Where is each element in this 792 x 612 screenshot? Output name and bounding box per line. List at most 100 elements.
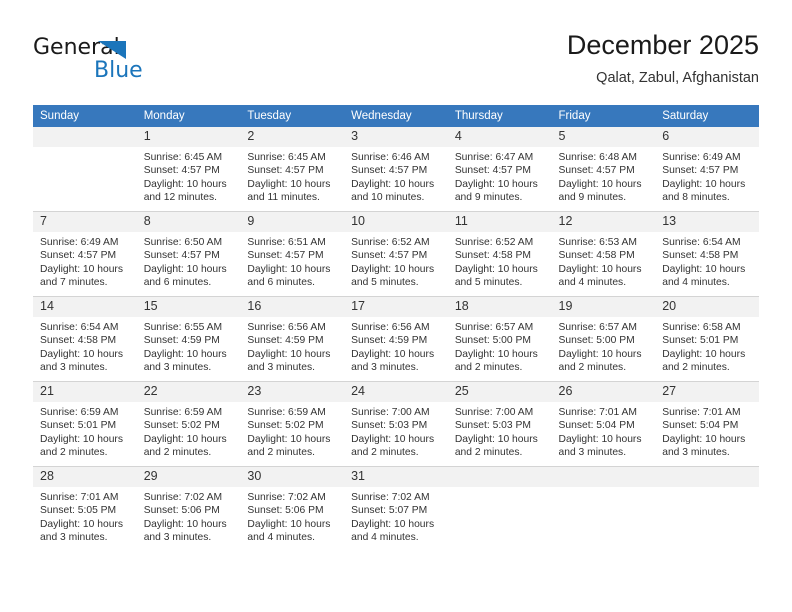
day-detail-line: Daylight: 10 hours <box>558 348 642 360</box>
calendar-day-cell[interactable]: 27 Sunrise: 7:01 AM Sunset: 5:04 PM Dayligh… <box>655 381 759 467</box>
calendar-empty-cell <box>447 466 552 551</box>
day-cell-content: 22 Sunrise: 6:59 AM Sunset: 5:02 PM Dayligh… <box>136 382 241 466</box>
day-detail-line: Daylight: 10 hours <box>247 348 331 360</box>
day-detail-lines: Sunrise: 6:59 AM Sunset: 5:02 PM Daylight:… <box>137 402 241 460</box>
weekday-header-monday: Monday <box>136 105 241 127</box>
day-detail-line: Sunset: 5:02 PM <box>143 420 220 432</box>
day-detail-line: and 2 minutes. <box>558 362 627 374</box>
day-number: 16 <box>240 297 345 317</box>
day-cell-content: 11 Sunrise: 6:52 AM Sunset: 4:58 PM Dayligh… <box>447 212 552 296</box>
calendar-day-cell[interactable]: 1 Sunrise: 6:45 AM Sunset: 4:57 PM Daylight… <box>136 127 241 212</box>
calendar-day-cell[interactable]: 20 Sunrise: 6:58 AM Sunset: 5:01 PM Dayligh… <box>655 296 759 382</box>
calendar-day-cell[interactable]: 6 Sunrise: 6:49 AM Sunset: 4:57 PM Daylight… <box>655 127 759 212</box>
day-detail-lines: Sunrise: 7:02 AM Sunset: 5:07 PM Daylight:… <box>344 487 448 545</box>
day-cell-content: 14 Sunrise: 6:54 AM Sunset: 4:58 PM Dayligh… <box>33 297 137 381</box>
day-detail-lines: Sunrise: 6:52 AM Sunset: 4:57 PM Daylight:… <box>344 232 448 290</box>
day-detail-lines: Sunrise: 6:45 AM Sunset: 4:57 PM Daylight:… <box>240 147 344 205</box>
day-detail-line: and 11 minutes. <box>247 192 320 204</box>
calendar-day-cell[interactable]: 15 Sunrise: 6:55 AM Sunset: 4:59 PM Dayligh… <box>136 296 241 382</box>
calendar-day-cell[interactable]: 23 Sunrise: 6:59 AM Sunset: 5:02 PM Dayligh… <box>240 381 345 467</box>
day-number: 8 <box>136 212 241 232</box>
day-detail-line: and 7 minutes. <box>40 277 108 289</box>
day-cell-content: 10 Sunrise: 6:52 AM Sunset: 4:57 PM Dayligh… <box>344 212 448 296</box>
day-detail-line: Sunrise: 6:46 AM <box>351 152 430 163</box>
day-detail-lines <box>33 147 137 151</box>
calendar-day-cell[interactable]: 19 Sunrise: 6:57 AM Sunset: 5:00 PM Dayligh… <box>551 296 656 382</box>
day-detail-line: Sunrise: 6:59 AM <box>143 407 223 418</box>
day-cell-content: 20 Sunrise: 6:58 AM Sunset: 5:01 PM Dayligh… <box>655 297 759 381</box>
day-number: 20 <box>655 297 759 317</box>
day-detail-lines: Sunrise: 7:02 AM Sunset: 5:06 PM Daylight:… <box>240 487 344 545</box>
day-detail-line: Sunset: 4:57 PM <box>247 250 324 262</box>
day-detail-line: Sunrise: 6:51 AM <box>247 237 326 248</box>
logo-text-blue: Blue <box>94 58 143 83</box>
calendar-day-cell[interactable]: 11 Sunrise: 6:52 AM Sunset: 4:58 PM Dayligh… <box>447 211 552 297</box>
day-detail-line: Daylight: 10 hours <box>143 263 227 275</box>
calendar-day-cell[interactable]: 25 Sunrise: 7:00 AM Sunset: 5:03 PM Dayligh… <box>447 381 552 467</box>
day-detail-line: Sunset: 4:57 PM <box>662 165 739 177</box>
day-detail-line: and 2 minutes. <box>143 447 212 459</box>
day-detail-lines: Sunrise: 6:49 AM Sunset: 4:57 PM Daylight:… <box>655 147 759 205</box>
day-cell-content <box>33 127 137 211</box>
day-detail-lines: Sunrise: 6:57 AM Sunset: 5:00 PM Daylight:… <box>552 317 656 375</box>
calendar-day-cell[interactable]: 24 Sunrise: 7:00 AM Sunset: 5:03 PM Dayligh… <box>344 381 448 467</box>
calendar-day-cell[interactable]: 12 Sunrise: 6:53 AM Sunset: 4:58 PM Dayligh… <box>551 211 656 297</box>
calendar-day-cell[interactable]: 18 Sunrise: 6:57 AM Sunset: 5:00 PM Dayligh… <box>447 296 552 382</box>
day-number: 2 <box>240 127 345 147</box>
calendar-day-cell[interactable]: 31 Sunrise: 7:02 AM Sunset: 5:07 PM Dayligh… <box>344 466 448 551</box>
calendar-day-cell[interactable]: 10 Sunrise: 6:52 AM Sunset: 4:57 PM Dayligh… <box>344 211 448 297</box>
day-detail-line: and 3 minutes. <box>558 447 627 459</box>
calendar-day-cell[interactable]: 22 Sunrise: 6:59 AM Sunset: 5:02 PM Dayligh… <box>136 381 241 467</box>
day-detail-line: and 5 minutes. <box>454 277 523 289</box>
day-detail-line: Sunrise: 6:49 AM <box>40 237 119 248</box>
day-detail-line: Sunrise: 6:52 AM <box>454 237 534 248</box>
day-detail-lines: Sunrise: 6:46 AM Sunset: 4:57 PM Daylight:… <box>344 147 448 205</box>
day-detail-line: Sunset: 5:02 PM <box>247 420 324 432</box>
calendar-page: General Blue December 2025 Qalat, Zabul,… <box>0 0 792 612</box>
calendar-day-cell[interactable]: 7 Sunrise: 6:49 AM Sunset: 4:57 PM Daylight… <box>33 211 137 297</box>
page-header: General Blue December 2025 Qalat, Zabul,… <box>33 28 759 100</box>
calendar-day-cell[interactable]: 21 Sunrise: 6:59 AM Sunset: 5:01 PM Dayligh… <box>33 381 137 467</box>
day-number <box>551 467 656 487</box>
calendar-day-cell[interactable]: 5 Sunrise: 6:48 AM Sunset: 4:57 PM Daylight… <box>551 127 656 212</box>
day-detail-line: and 3 minutes. <box>143 362 212 374</box>
day-cell-content: 3 Sunrise: 6:46 AM Sunset: 4:57 PM Daylight… <box>344 127 448 211</box>
day-detail-lines: Sunrise: 6:56 AM Sunset: 4:59 PM Daylight:… <box>344 317 448 375</box>
calendar-day-cell[interactable]: 30 Sunrise: 7:02 AM Sunset: 5:06 PM Dayligh… <box>240 466 345 551</box>
day-cell-content: 16 Sunrise: 6:56 AM Sunset: 4:59 PM Dayligh… <box>240 297 345 381</box>
calendar-day-cell[interactable]: 13 Sunrise: 6:54 AM Sunset: 4:58 PM Dayligh… <box>655 211 759 297</box>
day-detail-lines: Sunrise: 6:52 AM Sunset: 4:58 PM Daylight:… <box>448 232 552 290</box>
day-detail-line: Daylight: 10 hours <box>454 263 538 275</box>
day-detail-line: Sunset: 5:01 PM <box>40 420 117 432</box>
calendar-day-cell[interactable]: 8 Sunrise: 6:50 AM Sunset: 4:57 PM Daylight… <box>136 211 241 297</box>
calendar-day-cell[interactable]: 28 Sunrise: 7:01 AM Sunset: 5:05 PM Dayligh… <box>33 466 137 551</box>
day-detail-line: Daylight: 10 hours <box>558 263 642 275</box>
calendar-day-cell[interactable]: 26 Sunrise: 7:01 AM Sunset: 5:04 PM Dayligh… <box>551 381 656 467</box>
calendar-day-cell[interactable]: 4 Sunrise: 6:47 AM Sunset: 4:57 PM Daylight… <box>447 127 552 212</box>
day-detail-line: Daylight: 10 hours <box>662 433 746 445</box>
day-detail-lines: Sunrise: 6:49 AM Sunset: 4:57 PM Daylight:… <box>33 232 137 290</box>
day-detail-lines: Sunrise: 6:47 AM Sunset: 4:57 PM Daylight:… <box>448 147 552 205</box>
day-detail-line: Sunrise: 6:58 AM <box>662 322 741 333</box>
day-cell-content: 19 Sunrise: 6:57 AM Sunset: 5:00 PM Dayligh… <box>551 297 656 381</box>
day-detail-line: and 4 minutes. <box>351 532 419 544</box>
day-cell-content: 21 Sunrise: 6:59 AM Sunset: 5:01 PM Dayligh… <box>33 382 137 466</box>
day-detail-line: Sunset: 4:59 PM <box>143 335 220 347</box>
day-cell-content: 2 Sunrise: 6:45 AM Sunset: 4:57 PM Daylight… <box>240 127 345 211</box>
day-number: 3 <box>344 127 448 147</box>
calendar-day-cell[interactable]: 29 Sunrise: 7:02 AM Sunset: 5:06 PM Dayligh… <box>136 466 241 551</box>
calendar-day-cell[interactable]: 9 Sunrise: 6:51 AM Sunset: 4:57 PM Daylight… <box>240 211 345 297</box>
day-detail-line: and 3 minutes. <box>662 447 730 459</box>
title-block: December 2025 Qalat, Zabul, Afghanistan <box>567 28 759 88</box>
calendar-day-cell[interactable]: 2 Sunrise: 6:45 AM Sunset: 4:57 PM Daylight… <box>240 127 345 212</box>
calendar-day-cell[interactable]: 16 Sunrise: 6:56 AM Sunset: 4:59 PM Dayligh… <box>240 296 345 382</box>
day-cell-content <box>551 467 656 551</box>
generalblue-logo[interactable]: General Blue <box>33 36 183 86</box>
calendar-day-cell[interactable]: 14 Sunrise: 6:54 AM Sunset: 4:58 PM Dayligh… <box>33 296 137 382</box>
day-cell-content: 7 Sunrise: 6:49 AM Sunset: 4:57 PM Daylight… <box>33 212 137 296</box>
day-cell-content: 31 Sunrise: 7:02 AM Sunset: 5:07 PM Dayligh… <box>344 467 448 551</box>
day-detail-line: and 3 minutes. <box>40 362 108 374</box>
calendar-day-cell[interactable]: 17 Sunrise: 6:56 AM Sunset: 4:59 PM Dayligh… <box>344 296 448 382</box>
calendar-day-cell[interactable]: 3 Sunrise: 6:46 AM Sunset: 4:57 PM Daylight… <box>344 127 448 212</box>
day-detail-line: Daylight: 10 hours <box>143 433 227 445</box>
